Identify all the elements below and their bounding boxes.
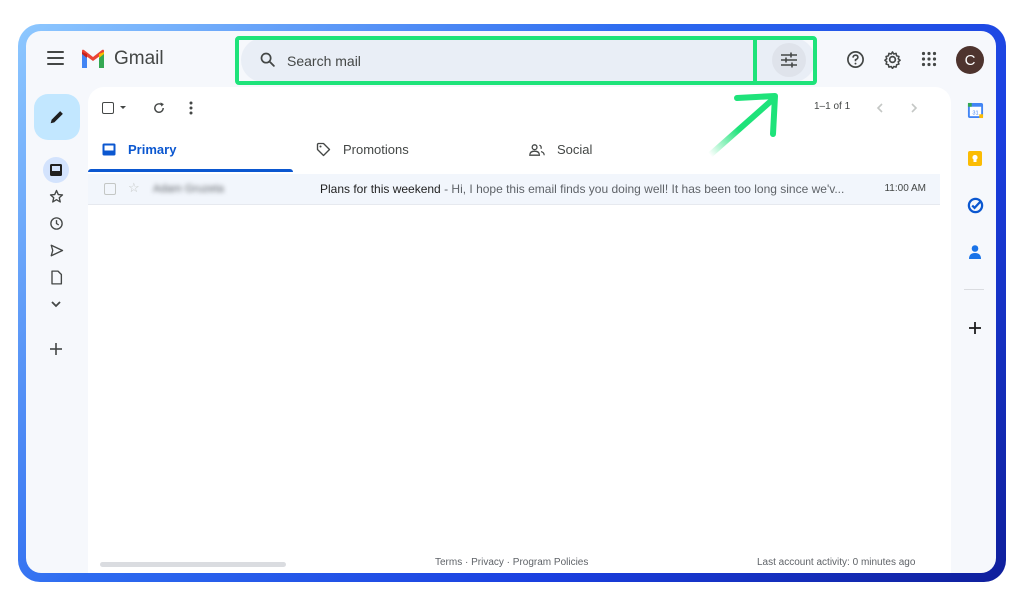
compose-button[interactable] [34,94,80,140]
tab-promotions[interactable]: Promotions [316,127,409,172]
older-page-chevron-right-icon[interactable] [910,99,918,117]
last-activity: Last account activity: 0 minutes ago [757,557,916,568]
tab-primary[interactable]: Primary [102,127,176,172]
more-vert-icon[interactable] [188,99,194,117]
inbox-tab-icon [102,143,116,156]
email-sender: Adam Gruzeta [153,183,224,195]
tab-social[interactable]: Social [529,127,592,172]
email-subject-line: Plans for this weekend - Hi, I hope this… [320,182,844,196]
select-all-checkbox[interactable] [102,99,128,117]
gmail-logo[interactable]: Gmail [80,48,164,70]
clock-icon[interactable] [44,211,68,235]
apps-icon[interactable] [918,48,940,70]
help-icon[interactable] [844,48,866,70]
email-subject: Plans for this weekend [320,182,441,196]
email-row[interactable]: ☆ Adam Gruzeta Plans for this weekend - … [88,174,940,205]
svg-text:31: 31 [972,110,978,116]
footer-links[interactable]: Terms · Privacy · Program Policies [435,557,588,568]
inbox-icon[interactable] [43,157,69,183]
row-checkbox[interactable] [104,183,116,195]
caret-down-icon [120,106,126,109]
send-icon[interactable] [44,238,68,262]
tasks-icon[interactable] [964,194,986,216]
pagination-range: 1–1 of 1 [814,101,851,112]
email-snippet: - Hi, I hope this email finds you doing … [440,182,845,196]
tab-label: Primary [128,142,177,157]
tune-icon [781,52,797,68]
avatar[interactable]: C [956,46,984,74]
get-addons-plus-icon[interactable] [964,317,986,339]
active-tab-indicator [88,169,293,172]
email-time: 11:00 AM [884,183,926,194]
gmail-window: Gmail Search mail C 1–1 of 1 Primary Pro… [26,31,996,573]
chevron-down-icon[interactable] [44,292,68,316]
app-name: Gmail [114,48,164,69]
people-icon [529,143,545,156]
category-tabs: Primary Promotions Social [88,127,951,172]
keep-icon[interactable] [964,147,986,169]
horizontal-scrollbar[interactable] [100,562,286,567]
gmail-m-icon [82,49,104,68]
pencil-icon [50,111,63,124]
mail-list-panel: 1–1 of 1 Primary Promotions Social ☆ Ada… [88,87,951,573]
file-icon[interactable] [44,265,68,289]
star-icon[interactable]: ☆ [128,180,140,196]
star-icon[interactable] [44,184,68,208]
contacts-icon[interactable] [964,241,986,263]
calendar-icon[interactable]: 31 [964,99,986,121]
create-label-plus-icon[interactable] [44,337,68,361]
highlight-divider [753,36,757,85]
tag-icon [316,142,331,157]
gear-icon[interactable] [881,48,903,70]
search-options-button[interactable] [772,43,806,77]
tab-label: Promotions [343,142,409,157]
refresh-icon[interactable] [152,99,166,117]
tab-label: Social [557,142,593,157]
right-rail-divider [964,289,984,290]
newer-page-chevron-left-icon[interactable] [876,99,884,117]
search-icon[interactable] [259,51,276,68]
search-bar[interactable] [241,38,815,84]
menu-icon[interactable] [47,51,64,65]
search-input[interactable] [285,38,749,84]
